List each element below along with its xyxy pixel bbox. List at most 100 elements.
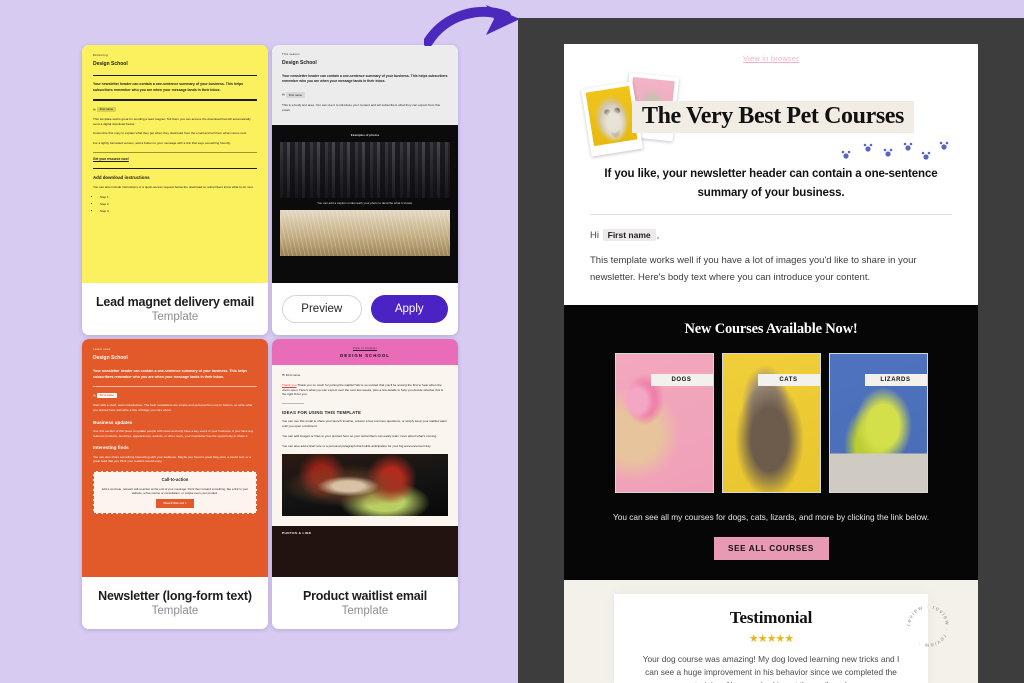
mini-cta-title: Call-to-action bbox=[161, 477, 189, 483]
testimonial-star-rating: ★★★★★ bbox=[748, 632, 794, 645]
mini-brand: DESIGN SCHOOL bbox=[340, 353, 390, 358]
email-preview-panel: View in browser The Very Best Pet Course… bbox=[518, 18, 1024, 683]
mini-paragraph-text: Thank you so much for joining the waitli… bbox=[282, 382, 444, 397]
email-subheading: If you like, your newsletter header can … bbox=[604, 168, 938, 199]
mini-paragraph: This is a body text area. You can use it… bbox=[282, 102, 441, 112]
mini-box-link: Get your resource now! bbox=[93, 152, 257, 162]
template-grid: Delivering Design School Your newsletter… bbox=[82, 45, 458, 633]
course-card-cats[interactable]: CATS bbox=[721, 353, 821, 494]
mini-section-body: You can also share something interesting… bbox=[93, 454, 251, 464]
mini-divider bbox=[93, 167, 257, 170]
template-title: Lead magnet delivery email bbox=[95, 295, 255, 309]
mini-brand: Design School bbox=[93, 61, 128, 68]
mini-section-title: Business updates bbox=[93, 419, 133, 425]
template-title: Newsletter (long-form text) bbox=[98, 589, 252, 603]
template-card-waitlist[interactable]: View in browser DESIGN SCHOOL Hi First n… bbox=[272, 339, 458, 629]
testimonial-quote: Your dog course was amazing! My dog love… bbox=[642, 653, 900, 683]
mini-section-body: Use this section of this piece to update… bbox=[93, 428, 254, 438]
template-title: Product waitlist email bbox=[302, 589, 428, 603]
merge-tag-first-name: First name bbox=[602, 229, 656, 242]
mini-cta-button: Check this out > bbox=[156, 499, 194, 508]
mini-cta-body: Add a concrete, relevant call-to-action … bbox=[101, 486, 249, 495]
template-footer: Newsletter (long-form text) Template bbox=[82, 577, 268, 629]
email-testimonial-section: Testimonial ★★★★★ Your dog course was am… bbox=[564, 579, 978, 683]
course-card-label: CATS bbox=[757, 374, 820, 387]
course-card-lizards[interactable]: LIZARDS bbox=[828, 353, 928, 494]
mini-chip: First name bbox=[285, 92, 306, 98]
template-thumbnail: This season Design School Your newslette… bbox=[272, 45, 458, 283]
template-card-newsletter[interactable]: Latest news Design School Your newslette… bbox=[82, 339, 268, 629]
template-card-lead-magnet[interactable]: Delivering Design School Your newsletter… bbox=[82, 45, 268, 335]
mini-lede: Your newsletter header can contain a one… bbox=[282, 73, 448, 84]
template-actions: Preview Apply bbox=[272, 283, 458, 335]
svg-text:review · review · review ·: review · review · review · bbox=[906, 604, 950, 648]
see-all-courses-button[interactable]: SEE ALL COURSES bbox=[713, 536, 829, 560]
mini-divider bbox=[93, 74, 257, 77]
mini-chip: First name bbox=[96, 106, 117, 112]
mini-divider bbox=[93, 99, 257, 101]
mini-eyebrow: This season bbox=[282, 53, 300, 56]
mini-brand: Design School bbox=[282, 60, 317, 67]
courses-card-row: DOGS CATS LIZARDS bbox=[590, 353, 952, 494]
mini-greeting: Hi bbox=[282, 92, 285, 97]
mini-caption: You can add a caption underneath your ph… bbox=[317, 201, 413, 205]
template-thumbnail: View in browser DESIGN SCHOOL Hi First n… bbox=[272, 339, 458, 577]
mini-list: Step 1 Step 2 Step 3 bbox=[100, 195, 257, 214]
courses-heading: New Courses Available Now! bbox=[684, 321, 858, 338]
testimonial-heading: Testimonial bbox=[729, 607, 813, 627]
mini-header: View in browser DESIGN SCHOOL bbox=[272, 339, 458, 365]
mini-paragraph: You can also add a final note or a perso… bbox=[282, 443, 432, 448]
review-circular-badge-icon: review · review · review · bbox=[906, 604, 950, 648]
course-card-label: LIZARDS bbox=[864, 374, 927, 387]
mini-list-item: Step 3 bbox=[100, 209, 257, 214]
mini-footer: PHOTOS & LINK bbox=[272, 525, 458, 543]
mini-paragraph: You can add images or links to your prod… bbox=[282, 434, 437, 439]
template-footer: Product waitlist email Template bbox=[272, 577, 458, 629]
email-divider bbox=[590, 214, 952, 216]
mini-section-body: You can also include instructions or a q… bbox=[93, 185, 254, 190]
mini-photo-field bbox=[280, 209, 450, 256]
template-card-hovered[interactable]: This season Design School Your newslette… bbox=[272, 45, 458, 335]
mini-cta-box: Call-to-action Add a concrete, relevant … bbox=[93, 471, 257, 514]
mini-list-item: Step 1 bbox=[100, 195, 257, 200]
testimonial-card: Testimonial ★★★★★ Your dog course was am… bbox=[614, 593, 949, 683]
mini-photo-city bbox=[280, 142, 450, 198]
mini-paragraph: This template works great for sending a … bbox=[93, 116, 251, 126]
template-subtitle: Template bbox=[151, 311, 199, 323]
mini-list-item: Step 2 bbox=[100, 202, 257, 207]
email-header-hero: The Very Best Pet Courses bbox=[580, 69, 962, 161]
mini-chip: First name bbox=[96, 392, 117, 399]
mini-photo-food bbox=[282, 453, 448, 516]
template-thumbnail: Delivering Design School Your newsletter… bbox=[82, 45, 268, 283]
mini-greeting: Hi bbox=[93, 393, 96, 398]
paw-print-decoration-icon bbox=[841, 141, 949, 160]
preview-button[interactable]: Preview bbox=[282, 295, 362, 323]
mini-greeting: Hi bbox=[93, 107, 96, 112]
mini-paragraph: Start with a short, warm introduction. T… bbox=[93, 403, 253, 412]
mini-paragraph: Thank you Thank you so much for joining … bbox=[282, 382, 444, 397]
mini-paragraph: For a lightly formatted version, add a b… bbox=[93, 141, 231, 146]
course-card-dogs[interactable]: DOGS bbox=[614, 353, 714, 494]
courses-note: You can see all my courses for dogs, cat… bbox=[612, 512, 930, 523]
template-thumbnail: Latest news Design School Your newslette… bbox=[82, 339, 268, 577]
mini-lede: Your newsletter header can contain a one… bbox=[93, 82, 244, 92]
template-subtitle: Template bbox=[151, 605, 199, 617]
mini-divider bbox=[282, 403, 304, 404]
mini-divider bbox=[93, 386, 257, 387]
review-badge-text: review · review · review · bbox=[906, 604, 948, 648]
mini-greeting: Hi First name bbox=[282, 373, 301, 377]
mini-eyebrow: Delivering bbox=[93, 54, 108, 57]
greeting-prefix: Hi bbox=[590, 230, 599, 242]
email-greeting: Hi First name, bbox=[564, 229, 978, 253]
email-body-text: This template works well if you have a l… bbox=[590, 255, 917, 284]
mini-eyebrow: Latest news bbox=[93, 348, 111, 351]
email-canvas: View in browser The Very Best Pet Course… bbox=[564, 44, 978, 683]
mini-paragraph: Customize this copy to explain what they… bbox=[93, 131, 248, 136]
mini-brand: Design School bbox=[93, 355, 128, 362]
mini-section-title: Interesting finds bbox=[93, 445, 129, 451]
curved-right-arrow-icon bbox=[424, 5, 520, 46]
view-in-browser-link[interactable]: View in browser bbox=[564, 44, 978, 69]
apply-button[interactable]: Apply bbox=[370, 295, 448, 323]
template-footer: Lead magnet delivery email Template bbox=[82, 283, 268, 335]
greeting-suffix: , bbox=[656, 230, 660, 242]
